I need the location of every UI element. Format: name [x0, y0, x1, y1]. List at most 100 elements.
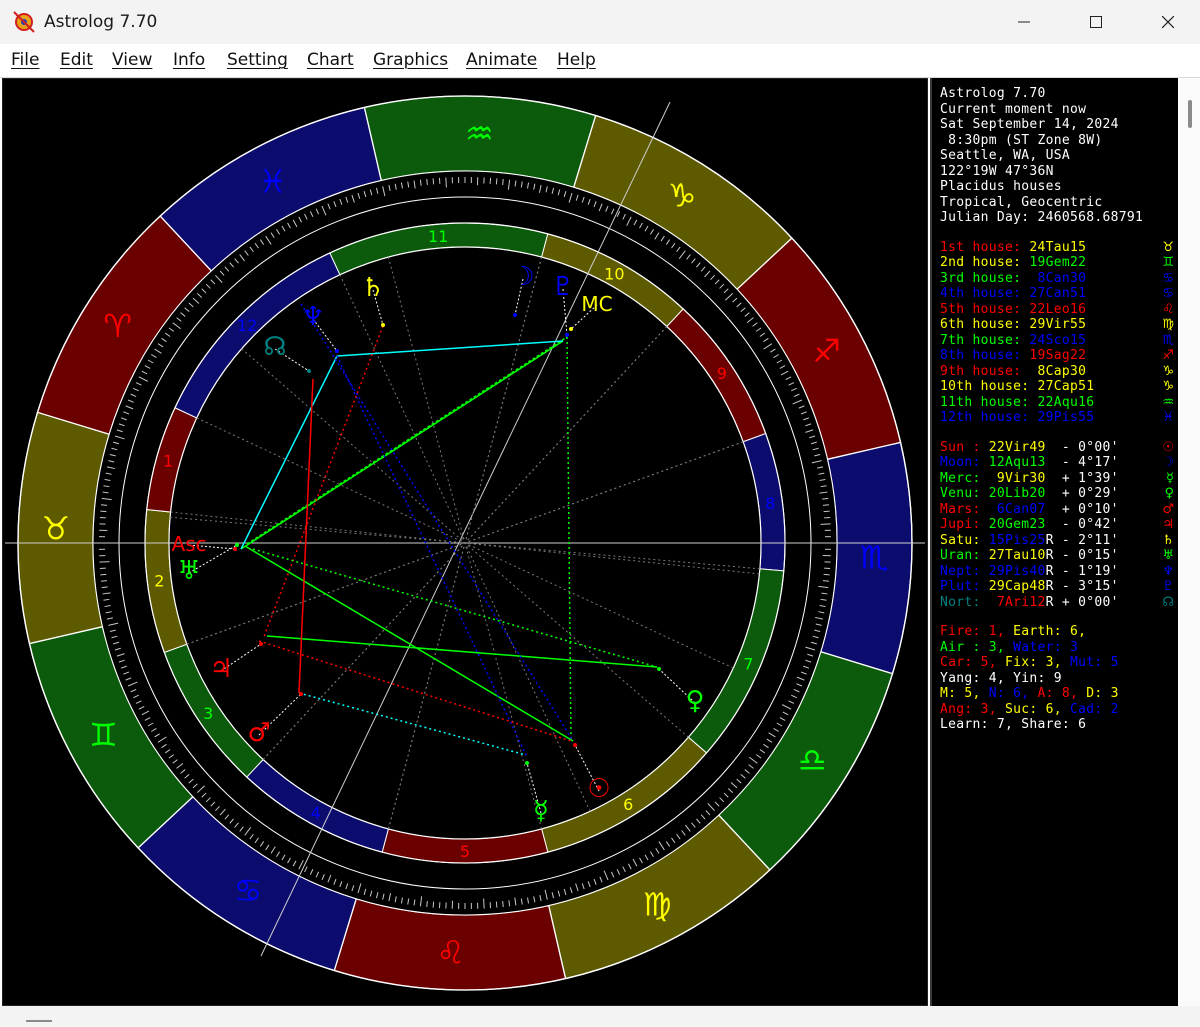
maximize-icon	[1090, 16, 1102, 28]
menu-graphics[interactable]: Graphics	[373, 50, 448, 70]
sign-glyph: ♓	[258, 162, 287, 200]
house-cusp-line: 6th house: 29Vir55	[940, 317, 1087, 332]
house-cusp-line: 8th house: 19Sag22	[940, 348, 1087, 363]
resize-grip[interactable]	[26, 1020, 52, 1022]
house-number: 11	[428, 227, 448, 246]
planet-glyph-saturn: ♄	[361, 273, 384, 303]
house-number: 12	[237, 316, 257, 335]
house-number: 8	[765, 494, 775, 513]
house-number: 4	[311, 803, 321, 822]
close-icon	[1162, 16, 1174, 28]
info-glyph: ☿	[1166, 470, 1174, 486]
info-glyph: ♑	[1162, 363, 1174, 379]
planet-position-line: Moon: 12Aqu13 - 4°17'	[940, 455, 1119, 470]
menu-animate[interactable]: Animate	[466, 50, 537, 70]
info-header-line: Current moment now	[940, 101, 1087, 117]
chart-info-panel: Astrolog 7.70 Current moment now Sat Septe…	[930, 78, 1178, 1006]
info-header-line: 122°19W 47°36N	[940, 163, 1054, 179]
info-glyph: ♋	[1162, 286, 1174, 301]
planet-position-line: Nort: 7Ari12R + 0°00'	[940, 594, 1119, 610]
astrolog-app-icon	[13, 11, 35, 33]
info-glyph: ♇	[1162, 579, 1174, 594]
house-cusp-line: 11th house: 22Aqu16	[940, 394, 1095, 410]
house-cusp-line: 2nd house: 19Gem22	[940, 255, 1087, 270]
info-glyph: ♄	[1162, 532, 1174, 548]
menu-help[interactable]: Help	[557, 50, 596, 70]
close-button[interactable]	[1134, 0, 1200, 44]
maximize-button[interactable]	[1062, 0, 1130, 44]
planet-position-line: Uran: 27Tau10R - 0°15'	[940, 548, 1119, 563]
planet-glyph-mc: MC	[581, 292, 612, 316]
planet-glyph-north-node: ☊	[263, 332, 286, 362]
info-header-line: Sat September 14, 2024	[940, 117, 1119, 132]
sign-glyph: ♏	[860, 538, 889, 576]
house-cusp-line: 9th house: 8Cap30	[940, 363, 1087, 379]
sign-glyph: ♍	[643, 886, 672, 924]
info-header-line: Placidus houses	[940, 179, 1062, 194]
sign-glyph: ♋	[234, 871, 263, 909]
planet-position-line: Venu: 20Lib20 + 0°29'	[940, 486, 1119, 501]
element-summary-line: M: 5, N: 6, A: 8, D: 3	[940, 686, 1119, 701]
vertical-scrollbar[interactable]	[1180, 78, 1200, 1006]
sign-glyph: ♈	[103, 307, 132, 345]
menu-file[interactable]: File	[11, 50, 39, 70]
sign-glyph: ♑	[668, 177, 697, 215]
menu-edit[interactable]: Edit	[60, 50, 93, 70]
house-cusp-line: 5th house: 22Leo16	[940, 301, 1087, 317]
planet-position-line: Jupi: 20Gem23 - 0°42'	[940, 517, 1119, 532]
menu-view[interactable]: View	[112, 50, 152, 70]
menu-chart[interactable]: Chart	[307, 50, 354, 70]
info-glyph: ♒	[1162, 394, 1174, 410]
element-summary-line: Car: 5, Fix: 3, Mut: 5	[940, 655, 1119, 670]
house-number: 10	[604, 265, 624, 284]
planet-glyph-mars: ♂	[247, 718, 270, 748]
info-glyph: ☽	[1162, 455, 1174, 470]
info-glyph: ♅	[1162, 548, 1174, 563]
planet-position-line: Satu: 15Pis25R - 2°11'	[940, 532, 1119, 548]
planet-position-line: Sun : 22Vir49 - 0°00'	[940, 439, 1119, 455]
house-number: 6	[623, 795, 633, 814]
title-bar: Astrolog 7.70	[0, 0, 1200, 44]
info-glyph: ♀	[1164, 486, 1174, 501]
house-cusp-line: 3rd house: 8Can30	[940, 270, 1087, 286]
scrollbar-thumb[interactable]	[1188, 100, 1192, 128]
house-cusp-line: 4th house: 27Can51	[940, 286, 1087, 301]
sign-glyph: ♊	[89, 716, 118, 754]
house-number: 9	[717, 364, 727, 383]
planet-position-line: Mars: 6Can07 + 0°10'	[940, 501, 1119, 517]
info-header-line: Julian Day: 2460568.68791	[940, 210, 1144, 225]
planet-position-line: Nept: 29Pis40R - 1°19'	[940, 563, 1119, 579]
planet-glyph-venus: ♀	[685, 686, 704, 716]
minimize-button[interactable]	[990, 0, 1058, 44]
planet-glyph-jupiter: ♃	[209, 654, 232, 684]
chart-wheel[interactable]: ♓ ♒ ♑ ♐ ♏ ♎ ♍ ♌ ♋ ♊ ♉ ♈ 11 10 9 8 7 6 5 4 3 2 1 12 ♄ ♆ ☊ ☽ ♇ MC Asc♅…	[3, 79, 927, 1005]
info-glyph: ♆	[1162, 563, 1174, 579]
house-cusp-line: 10th house: 27Cap51	[940, 379, 1095, 394]
sign-glyph: ♉	[41, 510, 70, 548]
planet-glyph-mercury: ☿	[533, 796, 549, 826]
sign-glyph: ♎	[798, 741, 827, 779]
element-summary-line: Ang: 3, Suc: 6, Cad: 2	[940, 701, 1119, 717]
chart-wheel-area[interactable]: ♓ ♒ ♑ ♐ ♏ ♎ ♍ ♌ ♋ ♊ ♉ ♈ 11 10 9 8 7 6 5 4 3 2 1 12 ♄ ♆ ☊ ☽ ♇ MC Asc ♅…	[2, 78, 928, 1006]
house-number: 5	[460, 842, 470, 861]
info-glyph: ♓	[1162, 410, 1174, 425]
info-glyph: ♊	[1162, 255, 1174, 270]
planet-glyph-neptune: ♆	[301, 302, 324, 332]
planet-glyph-sun: ☉	[587, 774, 610, 804]
sign-glyph: ♐	[812, 332, 841, 370]
planet-position-line: Merc: 9Vir30 + 1°39'	[940, 470, 1119, 486]
info-header-line: Tropical, Geocentric	[940, 194, 1103, 210]
info-glyph: ♉	[1162, 239, 1174, 255]
house-number: 2	[154, 572, 164, 591]
element-summary-line: Yang: 4, Yin: 9	[940, 670, 1062, 686]
menu-info[interactable]: Info	[173, 50, 205, 70]
house-number: 7	[743, 654, 753, 673]
sign-glyph: ♌	[436, 933, 465, 971]
house-number: 3	[203, 704, 213, 723]
house-cusp-line: 1st house: 24Tau15	[940, 239, 1087, 255]
info-header-line: Astrolog 7.70	[940, 86, 1046, 101]
planet-glyph-asc: Asc	[171, 532, 206, 556]
element-summary-line: Air : 3, Water: 3	[940, 639, 1079, 655]
house-cusp-line: 7th house: 24Sco15	[940, 332, 1087, 348]
menu-setting[interactable]: Setting	[227, 50, 288, 70]
